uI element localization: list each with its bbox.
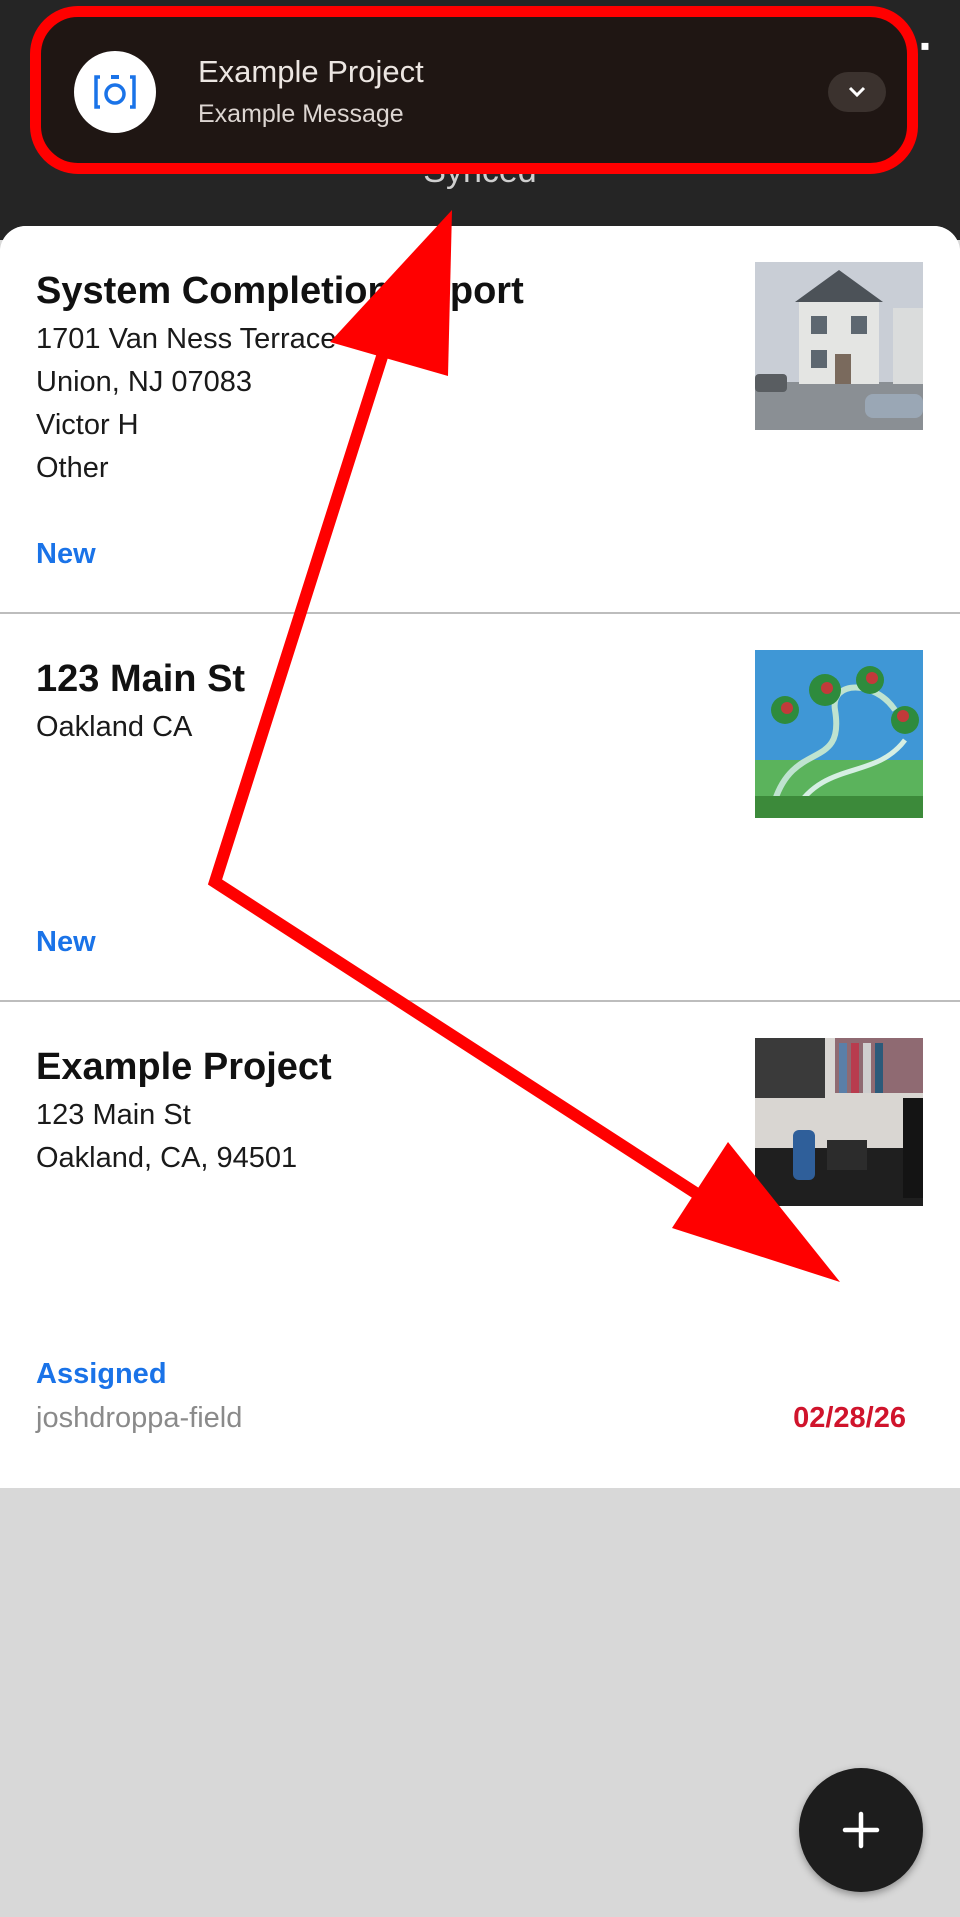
project-thumbnail xyxy=(755,650,923,818)
add-project-button[interactable] xyxy=(799,1768,923,1892)
project-card[interactable]: Example Project 123 Main St Oakland, CA,… xyxy=(0,1002,960,1488)
menu-icon[interactable]: ▪ xyxy=(920,30,930,62)
project-list: System Completion Report 1701 Van Ness T… xyxy=(0,226,960,1488)
project-title: System Completion Report xyxy=(36,270,524,312)
project-card[interactable]: 123 Main St Oakland CA New xyxy=(0,614,960,1002)
project-type: Other xyxy=(36,452,109,484)
project-address-line: 123 Main St xyxy=(36,1099,191,1131)
project-status: New xyxy=(36,538,96,570)
project-thumbnail xyxy=(755,262,923,430)
project-address-line: Oakland CA xyxy=(36,711,193,743)
project-thumbnail xyxy=(755,1038,923,1206)
project-address-line: 1701 Van Ness Terrace xyxy=(36,323,337,355)
due-date: 02/28/26 xyxy=(793,1402,906,1434)
annotation-highlight-notification xyxy=(30,6,918,174)
project-status: Assigned xyxy=(36,1358,167,1390)
project-status: New xyxy=(36,926,96,958)
assigned-user: joshdroppa-field xyxy=(36,1402,243,1434)
project-contact: Victor H xyxy=(36,409,139,441)
project-title: Example Project xyxy=(36,1046,332,1088)
project-address-line: Union, NJ 07083 xyxy=(36,366,253,398)
plus-icon xyxy=(842,1811,880,1849)
project-card[interactable]: System Completion Report 1701 Van Ness T… xyxy=(0,226,960,614)
project-address-line: Oakland, CA, 94501 xyxy=(36,1142,298,1174)
project-title: 123 Main St xyxy=(36,658,246,700)
